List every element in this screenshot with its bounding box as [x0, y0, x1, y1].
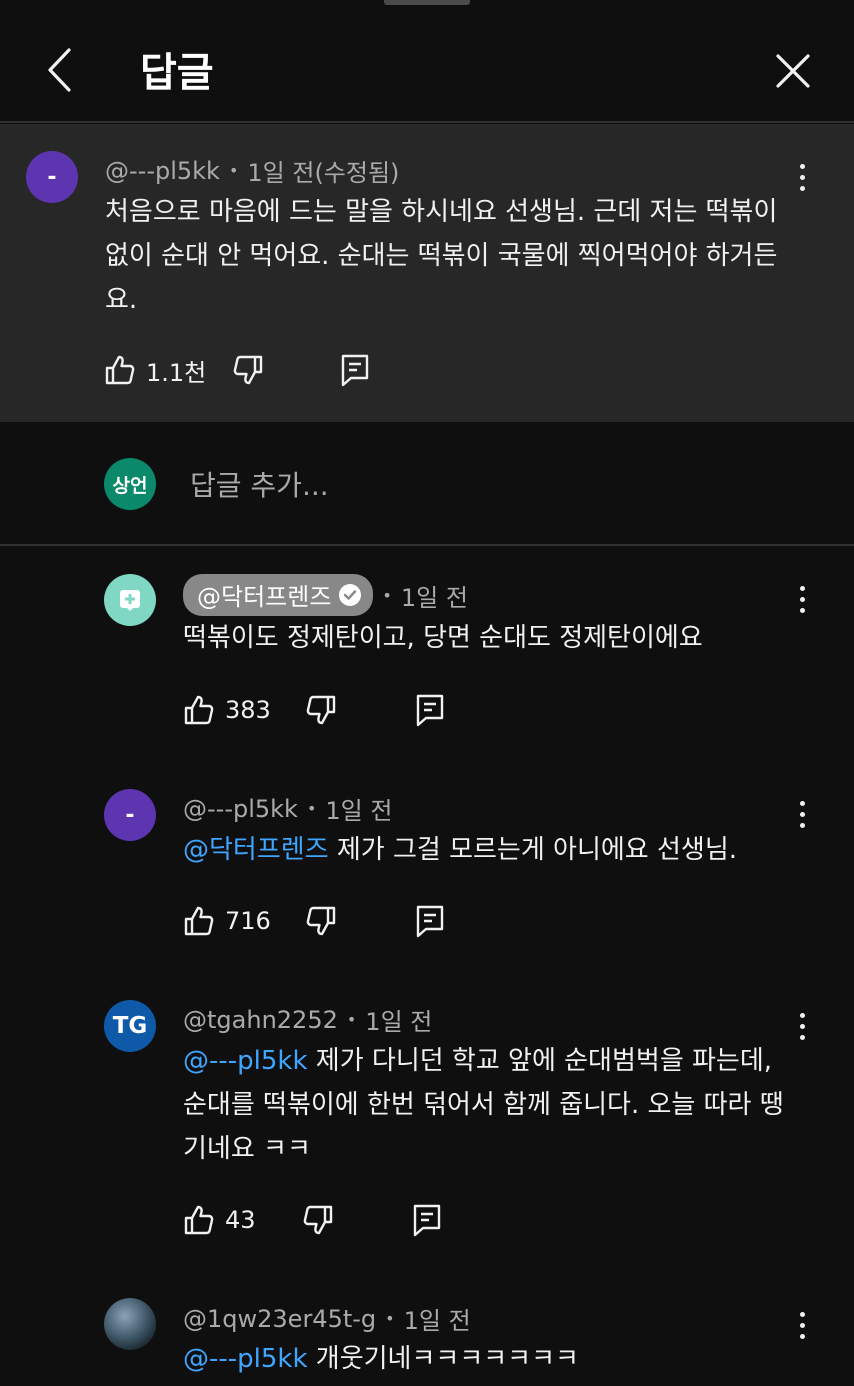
separator-dot: •	[382, 585, 392, 605]
creator-handle-chip[interactable]: @닥터프렌즈	[183, 574, 374, 616]
comment-icon	[416, 694, 444, 727]
medical-plus-icon	[120, 590, 140, 611]
comment-text: 떡볶이도 정제탄이고, 당면 순대도 정제탄이에요	[183, 623, 703, 653]
comment-time: 1일 전	[400, 583, 468, 612]
comment-meta: @닥터프렌즈 • 1일 전	[183, 574, 468, 616]
close-button[interactable]	[768, 46, 818, 96]
avatar[interactable]	[104, 574, 156, 626]
comment-meta: @1qw23er45t-g • 1일 전	[183, 1301, 471, 1336]
dislike-button[interactable]	[305, 905, 337, 937]
thumbs-down-icon	[306, 906, 336, 936]
dislike-button[interactable]	[302, 1204, 334, 1236]
like-button[interactable]: 716	[183, 905, 271, 937]
reply-button[interactable]	[415, 904, 445, 938]
comment-time: 1일 전	[365, 1008, 433, 1036]
separator-dot: •	[346, 1010, 357, 1029]
comment-actions: 716	[183, 901, 445, 941]
page-title: 답글	[140, 50, 214, 96]
separator-dot: •	[306, 799, 317, 818]
chevron-left-icon	[48, 48, 71, 92]
replies-header: 답글	[0, 0, 854, 123]
comment-actions: 43	[183, 1200, 442, 1240]
mention-link[interactable]: @닥터프렌즈	[183, 835, 329, 865]
mention-link[interactable]: @---pl5kk	[183, 1046, 308, 1076]
dislike-button[interactable]	[232, 354, 264, 386]
thumbs-down-icon	[233, 355, 263, 385]
thumbs-down-icon	[306, 695, 336, 725]
comment-text: @---pl5kk 제가 다니던 학교 앞에 순대범벅을 파는데, 순대를 떡볶…	[183, 1039, 798, 1171]
comment-body: 제가 그걸 모르는게 아니에요 선생님.	[328, 835, 737, 865]
comment-text: 처음으로 마음에 드는 말을 하시네요 선생님. 근데 저는 떡볶이 없이 순대…	[105, 197, 778, 315]
comment-text: @닥터프렌즈 제가 그걸 모르는게 아니에요 선생님.	[183, 828, 803, 872]
comment-icon	[413, 1204, 440, 1237]
comment-actions: 1.1천	[104, 350, 370, 390]
thumbs-down-icon	[303, 1205, 332, 1235]
comment-text: @---pl5kk 개웃기네ㅋㅋㅋㅋㅋㅋㅋ	[183, 1337, 803, 1381]
like-count: 716	[225, 907, 271, 935]
comment-meta: @---pl5kk • 1일 전	[183, 791, 392, 826]
like-count: 43	[225, 1206, 256, 1234]
avatar[interactable]: -	[26, 151, 78, 203]
more-options-button[interactable]	[790, 579, 814, 619]
comment-icon	[342, 354, 369, 387]
mention-link[interactable]: @---pl5kk	[183, 1344, 308, 1374]
like-button[interactable]: 1.1천	[104, 353, 206, 388]
reply-button[interactable]	[412, 1203, 442, 1237]
avatar[interactable]: TG	[104, 1000, 156, 1052]
close-icon	[776, 54, 810, 88]
reply-button[interactable]	[340, 353, 370, 387]
comment-icon	[416, 905, 444, 938]
thumbs-up-icon	[105, 355, 135, 385]
like-button[interactable]: 43	[183, 1204, 256, 1236]
dislike-button[interactable]	[305, 694, 337, 726]
comment-time: 1일 전(수정됨)	[247, 159, 400, 187]
thumbs-up-icon	[184, 1205, 214, 1235]
comment-time: 1일 전	[403, 1307, 471, 1335]
comment-actions: 383	[183, 690, 445, 730]
back-button[interactable]	[36, 46, 84, 94]
comment-author[interactable]: @1qw23er45t-g	[183, 1305, 376, 1333]
comment-author: @닥터프렌즈	[197, 583, 332, 611]
comment-time: 1일 전	[325, 797, 393, 825]
comment-meta: @---pl5kk • 1일 전(수정됨)	[105, 153, 399, 188]
avatar[interactable]: -	[104, 789, 156, 841]
like-count: 383	[225, 696, 271, 724]
reply-button[interactable]	[415, 693, 445, 727]
like-button[interactable]: 383	[183, 694, 271, 726]
user-avatar[interactable]: 상언	[104, 458, 156, 510]
avatar[interactable]	[104, 1298, 156, 1350]
thumbs-up-icon	[184, 906, 214, 936]
comment-author[interactable]: @tgahn2252	[183, 1006, 338, 1034]
separator-dot: •	[228, 161, 239, 180]
thumbs-up-icon	[184, 695, 214, 725]
comment-author[interactable]: @---pl5kk	[105, 157, 220, 185]
comment-body: 개웃기네ㅋㅋㅋㅋㅋㅋㅋ	[307, 1344, 579, 1374]
add-reply-input[interactable]: 답글 추가...	[190, 464, 750, 504]
like-count: 1.1천	[146, 358, 207, 387]
comment-meta: @tgahn2252 • 1일 전	[183, 1002, 432, 1037]
comment-author[interactable]: @---pl5kk	[183, 795, 298, 823]
verified-check-icon	[339, 583, 362, 606]
separator-dot: •	[385, 1309, 395, 1328]
